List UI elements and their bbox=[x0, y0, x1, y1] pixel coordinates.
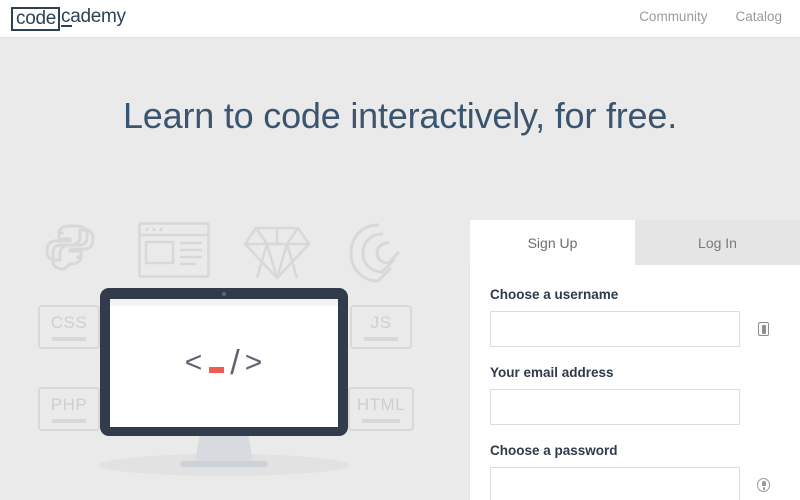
badge-html-label: HTML bbox=[356, 395, 406, 414]
badge-html: HTML bbox=[348, 387, 414, 431]
badge-php-label: PHP bbox=[50, 395, 88, 414]
badge-css: CSS bbox=[38, 305, 100, 349]
email-field-wrap bbox=[490, 389, 780, 425]
password-input[interactable] bbox=[490, 467, 740, 500]
python-icon bbox=[40, 218, 100, 283]
monitor-bezel: < / > bbox=[100, 288, 348, 436]
username-input[interactable] bbox=[490, 311, 740, 347]
nav-catalog[interactable]: Catalog bbox=[735, 9, 782, 24]
email-label: Your email address bbox=[490, 365, 614, 380]
badge-underline bbox=[363, 337, 399, 341]
signup-form: Choose a username Your email address Cho… bbox=[470, 265, 800, 500]
autofill-icon[interactable] bbox=[757, 321, 770, 337]
password-label: Choose a password bbox=[490, 443, 618, 458]
username-label: Choose a username bbox=[490, 287, 619, 302]
password-field-wrap bbox=[490, 467, 780, 500]
cursor-block-icon bbox=[209, 367, 225, 373]
codecademy-logo[interactable]: code cademy bbox=[11, 7, 126, 31]
badge-css-label: CSS bbox=[50, 313, 88, 332]
monitor-illustration: < / > bbox=[99, 288, 349, 476]
monitor-stand-base bbox=[180, 461, 268, 467]
logo-cademy-text: cademy bbox=[61, 6, 126, 27]
badge-js-label: JS bbox=[370, 313, 392, 332]
monitor-stand-neck bbox=[195, 436, 253, 462]
badge-js: JS bbox=[350, 305, 412, 349]
screen-toolbar bbox=[110, 299, 338, 306]
logo-code-box: code bbox=[11, 7, 61, 31]
auth-card: Sign Up Log In Choose a username Your em… bbox=[470, 220, 800, 500]
javascript-swirl-icon bbox=[348, 222, 408, 289]
email-input[interactable] bbox=[490, 389, 740, 425]
code-glyph: < / > bbox=[185, 344, 264, 383]
browser-window-icon bbox=[138, 222, 210, 283]
main-nav: Community Catalog bbox=[639, 9, 782, 24]
slash-icon: / bbox=[230, 343, 241, 382]
badge-php: PHP bbox=[38, 387, 100, 431]
password-key-icon[interactable] bbox=[757, 477, 770, 493]
tab-sign-up[interactable]: Sign Up bbox=[470, 220, 635, 265]
monitor-screen: < / > bbox=[110, 299, 338, 427]
username-field-wrap bbox=[490, 311, 780, 347]
badge-underline bbox=[51, 419, 87, 423]
site-header: code cademy Community Catalog bbox=[0, 0, 800, 38]
badge-underline bbox=[51, 337, 87, 341]
nav-community[interactable]: Community bbox=[639, 9, 707, 24]
angle-open-icon: < bbox=[184, 346, 204, 379]
ruby-diamond-icon bbox=[243, 225, 311, 286]
tab-log-in[interactable]: Log In bbox=[635, 220, 800, 265]
angle-close-icon: > bbox=[244, 346, 264, 379]
hero-headline: Learn to code interactively, for free. bbox=[122, 95, 678, 136]
badge-underline bbox=[362, 419, 400, 423]
auth-tabs: Sign Up Log In bbox=[470, 220, 800, 265]
